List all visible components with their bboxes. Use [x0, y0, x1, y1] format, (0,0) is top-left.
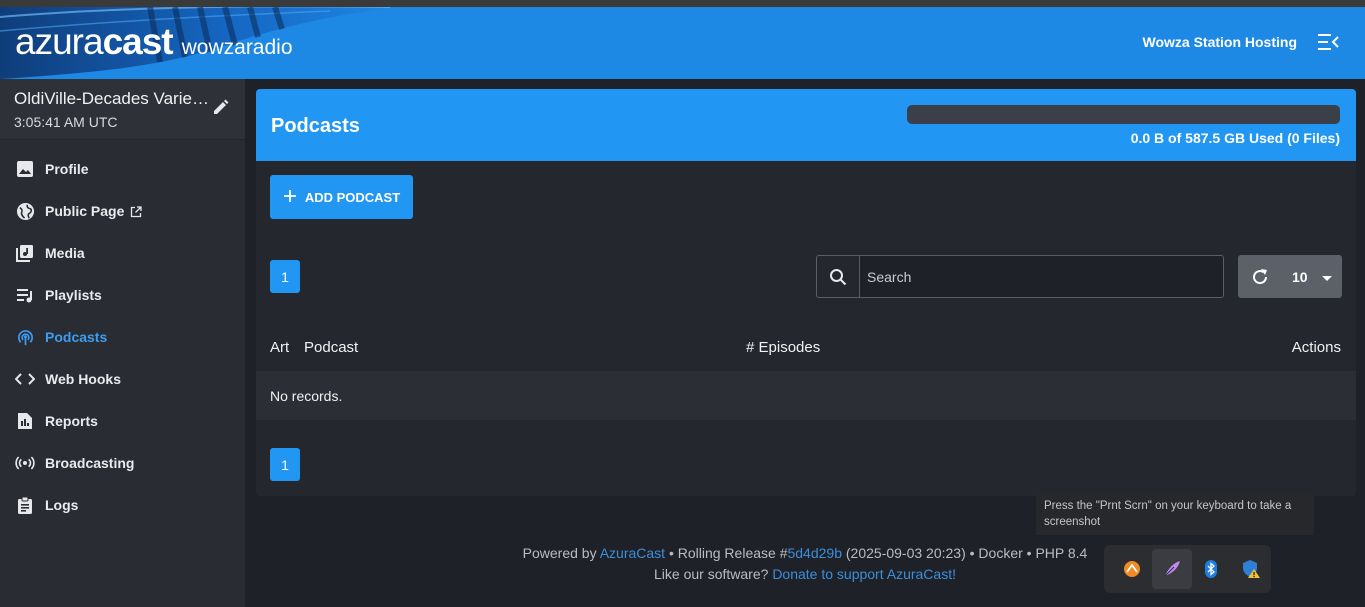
- sidebar-item-label: Broadcasting: [45, 455, 135, 471]
- sidebar-item-label: Podcasts: [45, 329, 108, 345]
- station-time: 3:05:41 AM UTC: [14, 114, 118, 130]
- window-top-strip: [0, 0, 1365, 7]
- sidebar-item-web-hooks[interactable]: Web Hooks: [0, 358, 245, 400]
- footer-line-1: Powered by AzuraCast • Rolling Release #…: [455, 543, 1155, 564]
- podcasts-card: Podcasts 0.0 B of 587.5 GB Used (0 Files…: [256, 89, 1356, 496]
- external-link-icon: [130, 205, 143, 218]
- music-library-icon: [15, 243, 35, 263]
- release-text: • Rolling Release #: [668, 545, 788, 561]
- per-page-select[interactable]: 10: [1282, 269, 1332, 285]
- sidebar-item-podcasts[interactable]: Podcasts: [0, 316, 245, 358]
- column-header-podcast[interactable]: Podcast: [304, 339, 358, 356]
- security-warning-icon[interactable]: [1231, 549, 1271, 589]
- system-tray-overflow: [1104, 545, 1271, 593]
- per-page-value: 10: [1292, 268, 1308, 285]
- brand-logo: azuracast: [15, 21, 174, 62]
- column-header-episodes[interactable]: # Episodes: [746, 339, 820, 356]
- station-hosting-link[interactable]: Wowza Station Hosting: [1142, 34, 1297, 50]
- sidebar-item-profile[interactable]: Profile: [0, 148, 245, 190]
- sidebar-item-broadcasting[interactable]: Broadcasting: [0, 442, 245, 484]
- commit-link[interactable]: 5d4d29b: [787, 545, 842, 561]
- globe-icon: [15, 201, 35, 221]
- footer-line-2: Like our software? Donate to support Azu…: [455, 564, 1155, 585]
- azuracast-link[interactable]: AzuraCast: [600, 545, 665, 561]
- plus-icon: [283, 189, 297, 206]
- sidebar-item-label: Playlists: [45, 287, 102, 303]
- sidebar-item-logs[interactable]: Logs: [0, 484, 245, 526]
- like-text: Like our software?: [654, 566, 769, 582]
- add-podcast-button[interactable]: ADD PODCAST: [270, 175, 413, 219]
- podcast-icon: [15, 327, 35, 347]
- card-header: Podcasts 0.0 B of 587.5 GB Used (0 Files…: [256, 89, 1356, 161]
- screenshot-tooltip: Press the "Prnt Scrn" on your keyboard t…: [1036, 493, 1314, 535]
- storage-quota-text: 0.0 B of 587.5 GB Used (0 Files): [1130, 130, 1340, 146]
- pagination-page-1-bottom[interactable]: 1: [270, 448, 300, 481]
- top-navbar: azuracast wowzaradio Wowza Station Hosti…: [0, 7, 1365, 79]
- code-icon: [15, 369, 35, 389]
- sidebar-item-label: Logs: [45, 497, 79, 513]
- search-group: [816, 255, 1224, 298]
- broadcast-icon: [15, 453, 35, 473]
- column-header-actions: Actions: [1291, 339, 1341, 356]
- empty-message: No records.: [270, 387, 343, 404]
- donate-link[interactable]: Donate to support AzuraCast!: [772, 566, 956, 582]
- sidebar-item-media[interactable]: Media: [0, 232, 245, 274]
- sidebar: OldiVille-Decades Varie… 3:05:41 AM UTC …: [0, 79, 245, 607]
- storage-quota-bar: [907, 105, 1340, 124]
- report-icon: [15, 411, 35, 431]
- sidebar-item-playlists[interactable]: Playlists: [0, 274, 245, 316]
- table-header: Art Podcast # Episodes Actions: [256, 324, 1356, 371]
- sidebar-item-label: Web Hooks: [45, 371, 121, 387]
- menu-collapse-icon[interactable]: [1315, 31, 1341, 53]
- refresh-icon[interactable]: [1238, 255, 1282, 298]
- release-details: (2025-09-03 20:23) • Docker • PHP 8.4: [845, 545, 1088, 561]
- search-icon: [816, 255, 860, 298]
- empty-table-row: No records.: [256, 371, 1356, 420]
- tray-feather-icon[interactable]: [1151, 549, 1192, 589]
- caret-down-icon: [1321, 269, 1332, 285]
- search-input[interactable]: [860, 255, 1224, 298]
- add-podcast-label: ADD PODCAST: [304, 189, 401, 205]
- playlist-icon: [15, 285, 35, 305]
- sidebar-item-reports[interactable]: Reports: [0, 400, 245, 442]
- pagination-page-1-top[interactable]: 1: [270, 260, 300, 293]
- sidebar-item-label: Media: [45, 245, 85, 261]
- table-tools: 10: [1238, 255, 1342, 298]
- pencil-icon[interactable]: [212, 98, 230, 116]
- image-icon: [15, 159, 35, 179]
- clipboard-icon: [15, 495, 35, 515]
- brand-station-name: wowzaradio: [181, 36, 293, 59]
- powered-by-text: Powered by: [522, 545, 597, 561]
- station-nav: Profile Public Page Media Playlists Podc…: [0, 140, 245, 526]
- column-header-art[interactable]: Art: [270, 339, 289, 356]
- sidebar-item-public-page[interactable]: Public Page: [0, 190, 245, 232]
- sidebar-item-label: Profile: [45, 161, 89, 177]
- page-footer: Powered by AzuraCast • Rolling Release #…: [455, 543, 1155, 585]
- page-title: Podcasts: [271, 115, 360, 137]
- tray-app-orange-icon[interactable]: [1112, 549, 1152, 589]
- station-name: OldiVille-Decades Varie…: [14, 89, 209, 108]
- sidebar-item-label: Reports: [45, 413, 98, 429]
- sidebar-item-label: Public Page: [45, 203, 125, 219]
- station-header: OldiVille-Decades Varie… 3:05:41 AM UTC: [0, 79, 245, 140]
- brand[interactable]: azuracast wowzaradio: [15, 21, 293, 63]
- bluetooth-icon[interactable]: [1192, 549, 1232, 589]
